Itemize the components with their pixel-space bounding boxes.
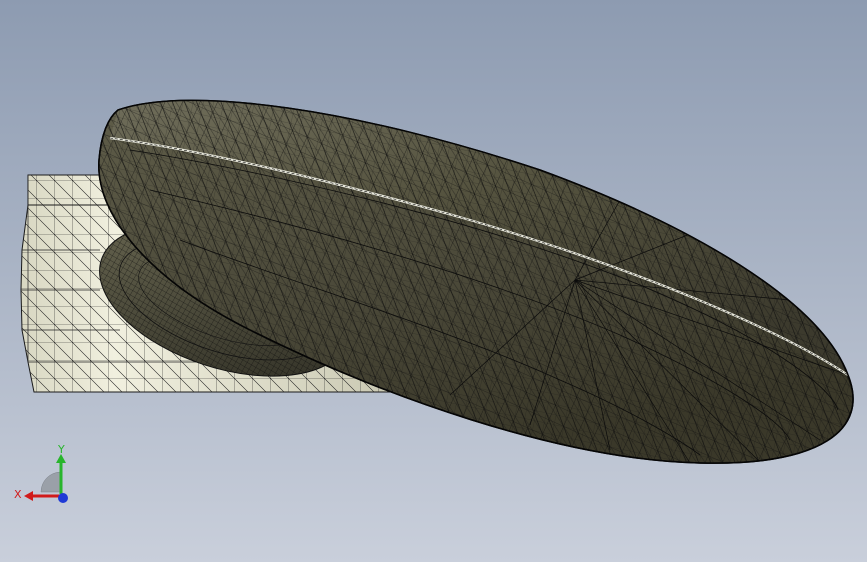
coordinate-triad: Y X (14, 443, 68, 503)
model-scene[interactable] (0, 0, 867, 562)
y-axis-label: Y (57, 443, 65, 456)
graphics-viewport[interactable]: Y X (0, 0, 867, 562)
z-axis-dot (58, 493, 68, 503)
x-axis-label: X (14, 488, 22, 501)
triad-plane (40, 471, 62, 493)
